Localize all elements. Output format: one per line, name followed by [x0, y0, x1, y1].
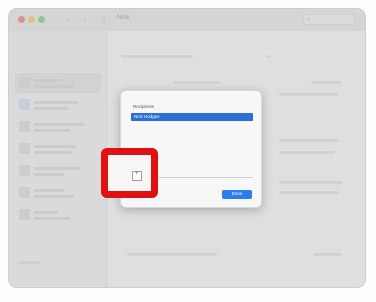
- highlighted-region: +: [101, 148, 158, 198]
- list-item-label: Nick Hodges: [134, 114, 160, 119]
- done-button[interactable]: Done: [222, 190, 252, 199]
- desktop: ‹ › ▯ Note ⌕ Recipients Nick Hodges Done…: [0, 0, 376, 302]
- plus-icon: +: [135, 171, 139, 177]
- dialog-label: Recipients: [133, 104, 155, 109]
- add-button[interactable]: +: [132, 171, 142, 181]
- list-item-selected[interactable]: Nick Hodges: [131, 113, 253, 121]
- done-button-label: Done: [231, 191, 243, 196]
